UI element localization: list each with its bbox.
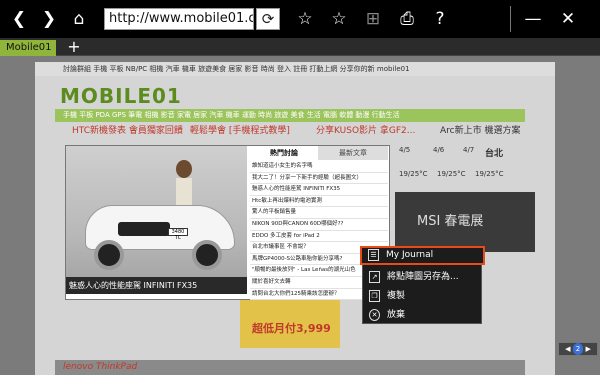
tab-latest-articles[interactable]: 最新文章 <box>318 146 388 160</box>
weather-city: 台北 <box>485 149 504 159</box>
list-item[interactable]: 我大二了！分享一下新手的經驗（超長圖文） <box>250 173 388 185</box>
tab-bar <box>0 38 600 56</box>
print-icon[interactable]: ⎙ <box>392 0 422 38</box>
weather-temp-2: 19/25°C <box>437 170 466 178</box>
menu-item-label: 將點陣圖另存為... <box>387 272 459 282</box>
save-icon: ↗ <box>369 271 380 283</box>
hot-topics-tabs: 熱門討論 最新文章 <box>250 146 388 160</box>
pager-arrow-icon: ◀ <box>565 345 571 353</box>
refresh-icon[interactable]: ⟳ <box>256 8 280 30</box>
bottom-ad-strip: lenovo ThinkPad <box>55 360 525 375</box>
site-category-bar: 手機 平板 PDA GPS 筆電 相機 影音 家電 居家 汽車 機車 運動 時尚… <box>55 109 525 122</box>
menu-item-cancel[interactable]: ✕ 放棄 <box>363 306 483 325</box>
rear-wheel <box>192 240 222 270</box>
close-icon[interactable]: ✕ <box>553 0 583 38</box>
weather-temp-3: 19/25°C <box>475 170 504 178</box>
weather-date-2: 4/6 <box>433 146 445 154</box>
msi-banner[interactable]: MSI 春電展 <box>395 192 535 252</box>
new-tab-button[interactable]: + <box>64 38 84 56</box>
promo-link-2[interactable]: 輕鬆學會 [手機程式教學] <box>190 126 290 137</box>
my-journal-row: ☰ My Journal <box>362 246 482 265</box>
model-head <box>176 160 192 178</box>
list-item[interactable]: 驚人的平板銷售量 <box>250 207 388 219</box>
page-indicator[interactable]: ◀ 2 ▶ <box>558 342 598 356</box>
pager-arrow-icon: ▶ <box>585 345 591 353</box>
help-icon[interactable]: ? <box>425 0 455 38</box>
minimize-icon[interactable]: — <box>518 0 548 38</box>
weather-date-3: 4/7 <box>463 146 475 154</box>
cancel-icon: ✕ <box>369 309 380 321</box>
list-item[interactable]: EDDO 多工皮套 for iPad 2 <box>250 231 388 243</box>
list-item[interactable]: NIKON 90D與CANON 60D哪個好?? <box>250 219 388 231</box>
car-grille <box>118 222 170 236</box>
ad-price: 超低月付3,999 <box>252 322 331 335</box>
tab-hot-discussions[interactable]: 熱門討論 <box>250 146 318 160</box>
weather-widget: 台北 4/5 4/6 4/7 19/25°C 19/25°C 19/25°C <box>395 144 535 184</box>
list-item[interactable]: Htc敏上再出爆料的電池實測 <box>250 196 388 208</box>
weather-temp-1: 19/25°C <box>399 170 428 178</box>
back-icon[interactable]: ❮ <box>4 0 34 38</box>
crop-icon[interactable]: ⊞ <box>358 0 388 38</box>
lenovo-ad[interactable]: lenovo ThinkPad <box>63 362 137 372</box>
promo-link-3[interactable]: 分享KUSO影片 拿GF2... <box>316 126 415 137</box>
site-top-nav: 討論群組 手機 平板 NB/PC 相機 汽車 機車 旅遊美食 居家 影音 時尚 … <box>35 62 555 76</box>
site-logo[interactable]: MOBILE01 <box>60 84 181 108</box>
promo-ad[interactable]: 超低月付3,999 <box>240 300 340 348</box>
menu-item-copy[interactable]: ❐ 複製 <box>363 287 483 306</box>
journal-icon: ☰ <box>368 249 379 261</box>
list-item[interactable]: 誰知道這小女生的名字嗎 <box>250 161 388 173</box>
menu-item-save-bitmap[interactable]: ↗ 將點陣圖另存為... <box>363 268 483 287</box>
menu-item-my-journal[interactable]: ☰ My Journal <box>360 246 485 265</box>
menu-item-label: My Journal <box>386 250 434 260</box>
favorites-icon[interactable]: ☆ <box>324 0 354 38</box>
toolbar-divider <box>510 6 511 32</box>
promo-link-4[interactable]: Arc新上市 機選方案 <box>440 126 520 137</box>
home-icon[interactable]: ⌂ <box>64 0 94 38</box>
list-item[interactable]: 魅惑人心的性能座駕 INFINITI FX35 <box>250 184 388 196</box>
forward-icon[interactable]: ❯ <box>34 0 64 38</box>
page-number: 2 <box>572 343 584 355</box>
menu-item-label: 放棄 <box>387 310 406 320</box>
front-wheel <box>94 240 124 270</box>
license-plate: 3480 TC <box>168 228 188 241</box>
promo-link-1[interactable]: HTC新機發表 會員獨家回饋 <box>72 126 183 137</box>
weather-date-1: 4/5 <box>399 146 411 154</box>
featured-caption[interactable]: 魅惑人心的性能座駕 INFINITI FX35 <box>66 277 247 294</box>
address-field[interactable]: http://www.mobile01.com/ <box>104 8 254 30</box>
add-favorite-icon[interactable]: ☆ <box>290 0 320 38</box>
copy-icon: ❐ <box>369 290 380 302</box>
tab-mobile01[interactable]: Mobile01 <box>0 40 56 56</box>
menu-item-label: 複製 <box>387 291 406 301</box>
